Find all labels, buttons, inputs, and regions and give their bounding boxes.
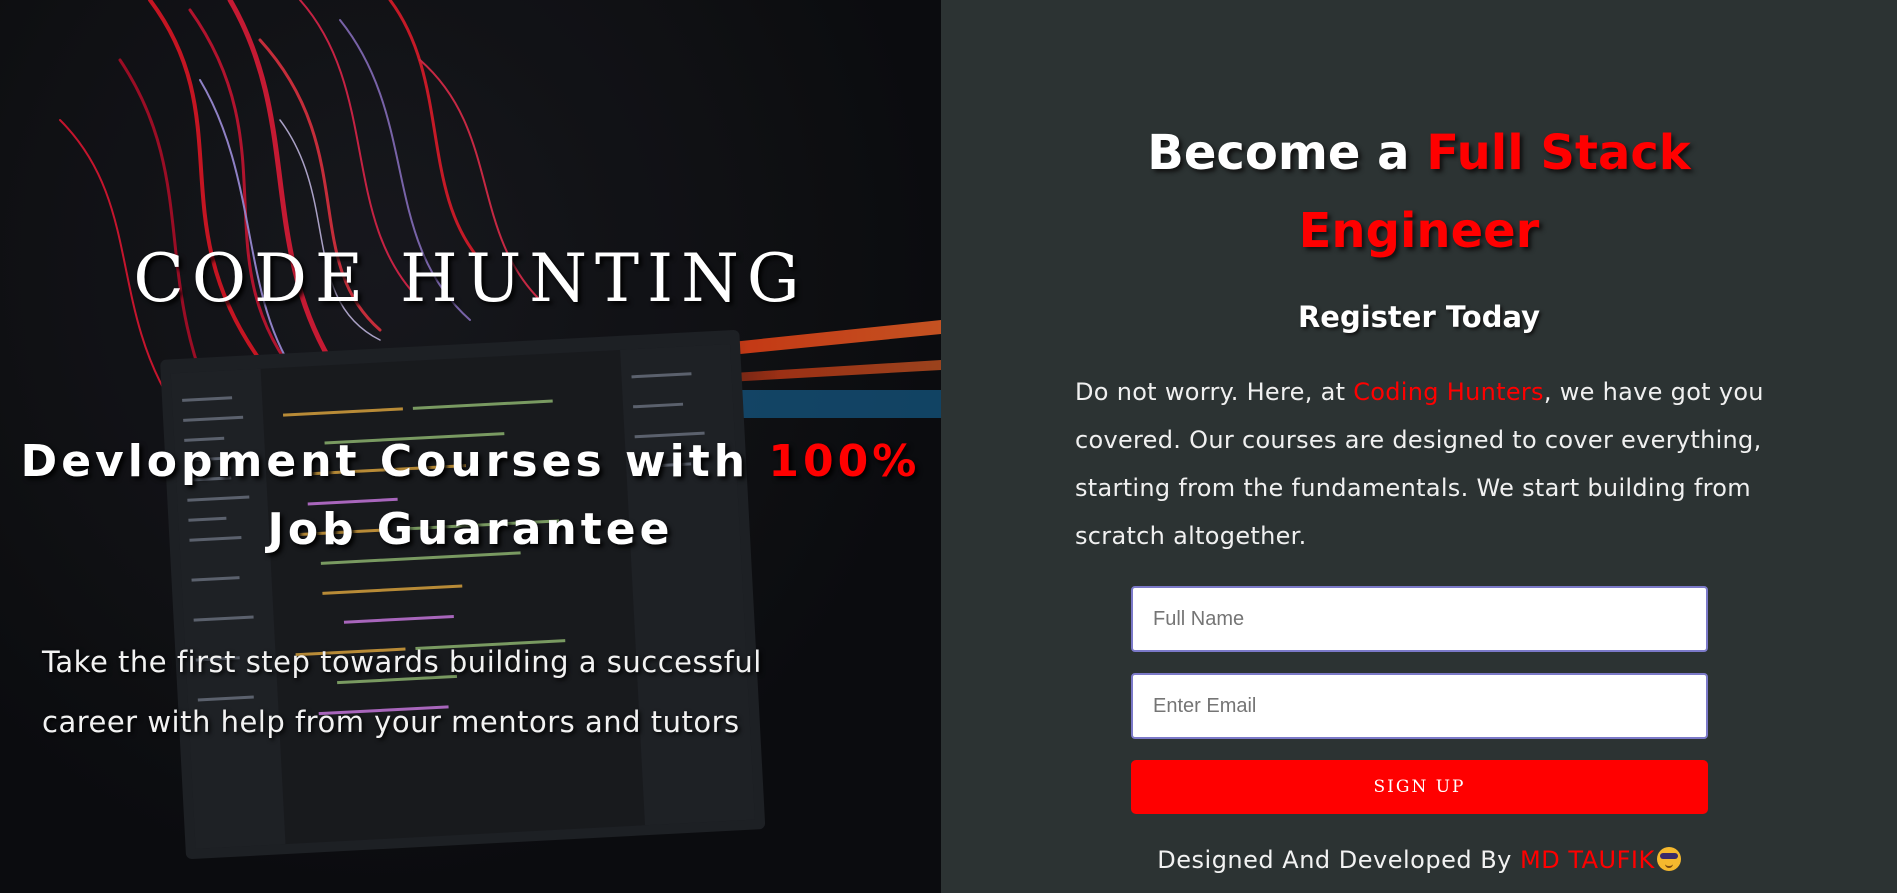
- register-subtitle: Register Today: [1297, 300, 1541, 334]
- landing-page: CODE HUNTING Devlopment Courses with 100…: [0, 0, 1897, 893]
- headline-text: Devlopment Courses with: [20, 436, 769, 487]
- full-name-input[interactable]: [1131, 586, 1708, 652]
- smiling-face-with-sunglasses-icon: [1656, 847, 1681, 871]
- headline-accent: 100%: [768, 436, 921, 487]
- headline-text-line2: Job Guarantee: [267, 504, 674, 555]
- hero-lead-text: Take the first step towards building a s…: [42, 645, 762, 739]
- author-link[interactable]: MD TAUFIK: [1520, 846, 1655, 874]
- title-accent-line2: Engineer: [1298, 203, 1540, 259]
- title-accent-line1: Full Stack: [1426, 125, 1691, 181]
- brand-title: CODE HUNTING: [133, 240, 808, 317]
- hero-headline: Devlopment Courses with 100% Job Guarant…: [0, 428, 941, 564]
- register-title: Become a Full Stack Engineer: [941, 114, 1897, 270]
- desc-text: Do not worry. Here, at: [1075, 378, 1354, 406]
- title-text: Become a: [1147, 125, 1427, 181]
- hero-content: CODE HUNTING Devlopment Courses with 100…: [0, 0, 941, 893]
- email-input[interactable]: [1131, 673, 1708, 739]
- coding-hunters-link: Coding Hunters: [1353, 378, 1544, 406]
- footer-credit: Designed And Developed By MD TAUFIK: [941, 846, 1897, 874]
- sign-up-button[interactable]: SIGN UP: [1131, 760, 1708, 814]
- register-panel: Become a Full Stack Engineer Register To…: [941, 0, 1897, 893]
- credit-text: Designed And Developed By: [1157, 846, 1520, 874]
- hero-section: CODE HUNTING Devlopment Courses with 100…: [0, 0, 941, 893]
- register-description: Do not worry. Here, at Coding Hunters, w…: [1075, 368, 1775, 560]
